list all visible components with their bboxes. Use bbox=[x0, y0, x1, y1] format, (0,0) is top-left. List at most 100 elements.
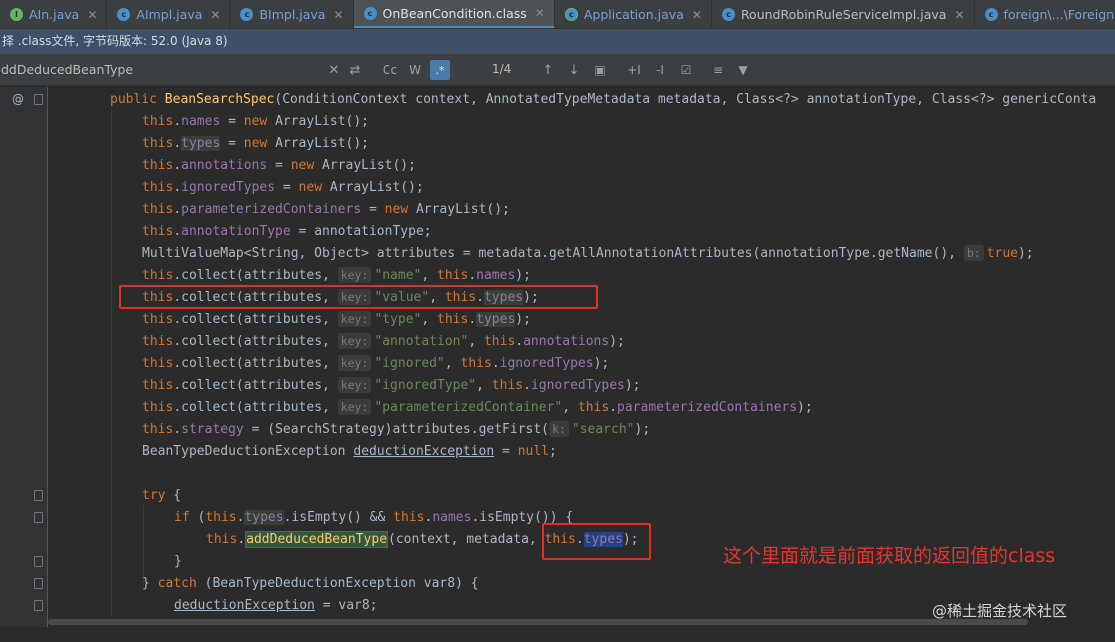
tab-aimpl-java[interactable]: c AImpl.java ✕ bbox=[107, 0, 231, 28]
token: ); bbox=[515, 268, 531, 283]
token: = bbox=[361, 202, 385, 217]
tab-foreign-sdk[interactable]: c foreign\...\ForeignSdkValidateConf bbox=[975, 0, 1115, 28]
filter-options-icon[interactable]: ≡ bbox=[709, 60, 727, 80]
close-icon[interactable]: ✕ bbox=[535, 6, 545, 20]
token: this bbox=[393, 510, 425, 525]
token: .collect(attributes, bbox=[173, 312, 338, 327]
token: "search" bbox=[571, 422, 635, 437]
token: public bbox=[110, 92, 165, 107]
token: ignoredTypes bbox=[499, 356, 594, 371]
search-match: addDeducedBeanType bbox=[245, 531, 389, 548]
fold-icon[interactable] bbox=[34, 600, 43, 611]
fold-icon[interactable] bbox=[34, 578, 43, 589]
match-case-button[interactable]: Cc bbox=[380, 60, 400, 80]
token: true bbox=[986, 246, 1018, 261]
token: types bbox=[244, 510, 284, 525]
token: .isEmpty() && bbox=[283, 510, 394, 525]
override-marker-icon[interactable]: @ bbox=[12, 92, 24, 106]
close-icon[interactable]: ✕ bbox=[333, 8, 343, 22]
code-line: this.collect(attributes, key: "ignoredTyp… bbox=[142, 375, 641, 397]
token: this bbox=[206, 532, 238, 547]
token: ); bbox=[634, 422, 651, 437]
token: this bbox=[142, 202, 174, 217]
fold-icon[interactable] bbox=[34, 490, 43, 501]
decompiled-info-bar: 择 .class文件, 字节码版本: 52.0 (Java 8) bbox=[0, 29, 1115, 54]
select-all-occurrences-icon[interactable]: ☑ bbox=[676, 60, 696, 80]
token: . bbox=[173, 158, 182, 173]
tab-ain-java[interactable]: I AIn.java ✕ bbox=[0, 0, 108, 28]
code-line: if (this.types.isEmpty() && this.names.i… bbox=[174, 507, 573, 529]
token: (context, metadata, bbox=[388, 532, 545, 547]
token: "annotation" bbox=[374, 334, 469, 349]
token: , bbox=[562, 400, 578, 415]
token: . bbox=[173, 180, 182, 195]
token: annotationType bbox=[181, 224, 291, 239]
token: this bbox=[142, 356, 174, 371]
token: ; bbox=[549, 444, 557, 459]
token: this bbox=[142, 400, 174, 415]
token: names bbox=[476, 268, 516, 283]
clear-icon[interactable]: ✕ bbox=[326, 60, 342, 80]
fold-icon[interactable] bbox=[34, 512, 43, 523]
tab-label: AIn.java bbox=[29, 7, 80, 22]
token: this bbox=[205, 510, 237, 525]
close-icon[interactable]: ✕ bbox=[210, 8, 220, 22]
code-line: this.parameterizedContainers = new Array… bbox=[142, 199, 510, 221]
class-file-icon: c bbox=[363, 6, 377, 20]
token: deductionException bbox=[174, 598, 315, 613]
code-line: this.strategy = (SearchStrategy)attribut… bbox=[142, 419, 650, 441]
token: new bbox=[243, 136, 276, 151]
token: .collect(attributes, bbox=[173, 378, 338, 393]
next-occurrence-icon[interactable]: ↓ bbox=[566, 60, 582, 80]
token: = annotationType; bbox=[290, 224, 432, 239]
token: , bbox=[444, 356, 461, 371]
find-input[interactable]: ddDeducedBeanType bbox=[0, 57, 372, 83]
scrollbar-thumb[interactable] bbox=[48, 619, 1028, 625]
token: "ignored" bbox=[374, 356, 445, 371]
token: "parameterizedContainer" bbox=[374, 400, 563, 415]
token: .collect(attributes, bbox=[173, 356, 338, 371]
token: . bbox=[173, 224, 182, 239]
token: . bbox=[173, 114, 182, 129]
parameter-hint: key: bbox=[337, 377, 372, 393]
code-line: this.types = new ArrayList(); bbox=[142, 133, 369, 155]
token: . bbox=[523, 378, 531, 393]
token: = (SearchStrategy)attributes.getFirst( bbox=[243, 422, 550, 437]
editor-tab-bar: I AIn.java ✕ c AImpl.java ✕ c BImpl.java… bbox=[0, 0, 1115, 29]
open-in-window-icon[interactable]: ▣ bbox=[592, 60, 608, 80]
close-icon[interactable]: ✕ bbox=[692, 8, 702, 22]
token: . bbox=[515, 334, 524, 349]
token: deductionException bbox=[353, 444, 495, 459]
token: ArrayList(); bbox=[275, 114, 369, 129]
annotation-highlight-box bbox=[119, 285, 598, 309]
new-line-icon[interactable]: ⇄ bbox=[346, 60, 364, 80]
token: ); bbox=[624, 378, 641, 393]
token: this bbox=[437, 268, 469, 283]
token: .collect(attributes, bbox=[173, 268, 338, 283]
token: . bbox=[609, 400, 618, 415]
remove-occurrence-icon[interactable]: -I bbox=[650, 60, 670, 80]
close-icon[interactable]: ✕ bbox=[954, 8, 964, 22]
words-icon[interactable]: W bbox=[406, 60, 424, 80]
token: .collect(attributes, bbox=[173, 334, 338, 349]
editor-gutter: @ bbox=[0, 87, 48, 627]
tab-application-java[interactable]: c Application.java ✕ bbox=[555, 0, 712, 28]
fold-icon[interactable] bbox=[34, 94, 43, 105]
parameter-hint: key: bbox=[337, 333, 372, 349]
code-line: this.annotations = new ArrayList(); bbox=[142, 155, 416, 177]
tab-roundrobin-java[interactable]: c RoundRobinRuleServiceImpl.java ✕ bbox=[712, 0, 975, 28]
regex-button[interactable]: .* bbox=[430, 60, 450, 80]
token: ignoredTypes bbox=[530, 378, 625, 393]
token: ); bbox=[1017, 246, 1034, 261]
code-line: this.collect(attributes, key: "name", thi… bbox=[142, 265, 531, 287]
code-line: try { bbox=[142, 485, 181, 507]
fold-icon[interactable] bbox=[34, 556, 43, 567]
filter-icon[interactable]: ▼ bbox=[735, 60, 751, 80]
close-icon[interactable]: ✕ bbox=[87, 8, 97, 22]
tab-onbeancondition-class[interactable]: c OnBeanCondition.class ✕ bbox=[353, 0, 555, 28]
previous-occurrence-icon[interactable]: ↑ bbox=[540, 60, 556, 80]
tab-bimpl-java[interactable]: c BImpl.java ✕ bbox=[230, 0, 354, 28]
token: this bbox=[142, 378, 174, 393]
add-occurrence-icon[interactable]: +I bbox=[624, 60, 644, 80]
token: types bbox=[476, 312, 516, 327]
